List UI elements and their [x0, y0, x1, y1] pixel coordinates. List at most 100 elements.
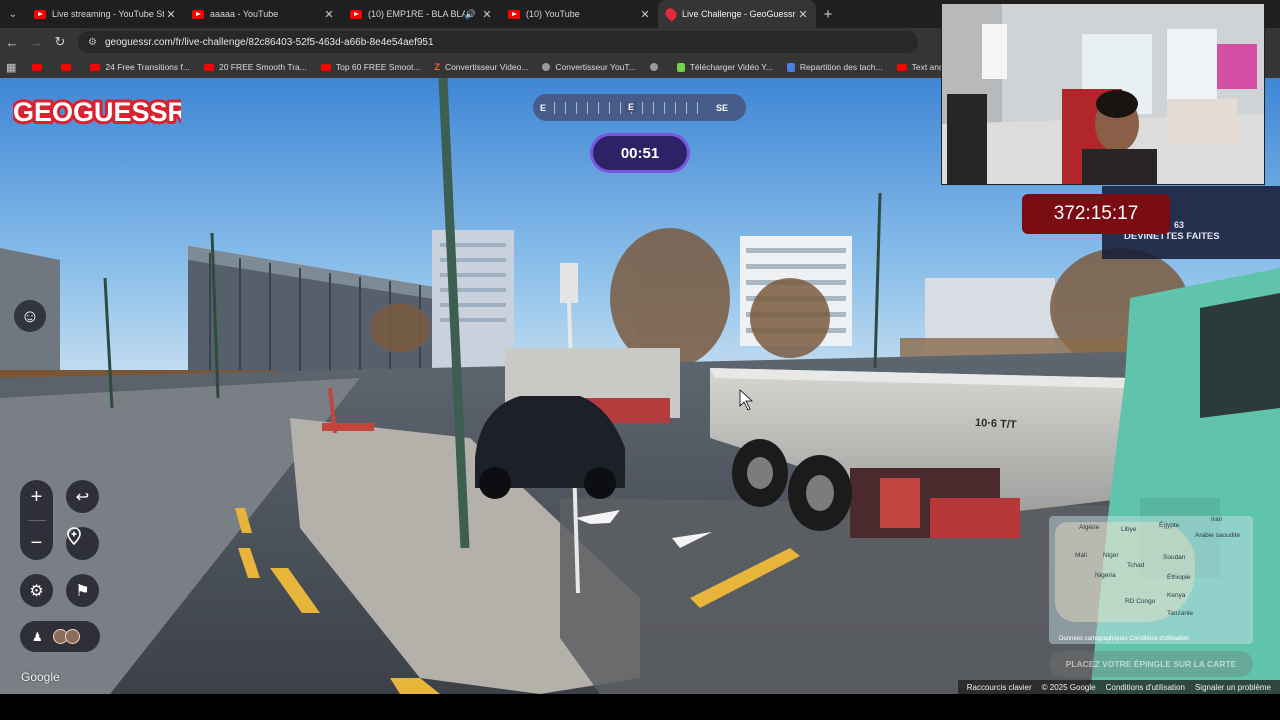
tab-youtube-studio[interactable]: Live streaming - YouTube Studio ✕ — [26, 0, 184, 28]
bookmark[interactable]: Convertisseur YouT... — [542, 62, 636, 72]
geoguessr-logo-mark: GEOGUESSR GEOGUESSR — [13, 94, 181, 128]
tab-title: Live Challenge - GeoGuessr — [682, 9, 796, 19]
bookmark[interactable] — [32, 63, 47, 71]
report-flag-button[interactable]: ⚑ — [66, 574, 99, 607]
tab-youtube-emp1re[interactable]: (10) EMP1RE - BLA BLA BLA 🔊 ✕ — [342, 0, 500, 28]
bookmark[interactable] — [61, 63, 76, 71]
globe-icon — [649, 63, 658, 71]
webcam-feed — [942, 4, 1264, 184]
converter-icon — [542, 63, 551, 71]
apps-grid-icon[interactable]: ▦ — [6, 61, 16, 74]
gear-icon: ⚙ — [29, 582, 44, 600]
settings-button[interactable]: ⚙ — [20, 574, 53, 607]
close-icon[interactable]: ✕ — [638, 8, 652, 21]
compass[interactable]: E E SE — [533, 94, 746, 121]
location-pin-icon — [67, 527, 81, 545]
youtube-icon — [34, 9, 46, 19]
tab-title: (10) EMP1RE - BLA BLA BLA — [368, 9, 465, 19]
youtube-icon — [203, 63, 214, 71]
new-tab-button[interactable]: + — [816, 0, 840, 28]
map-label: RD Congo — [1125, 598, 1156, 605]
map-label: Arabie saoudite — [1195, 532, 1241, 539]
place-pin-button[interactable]: PLACEZ VOTRE ÉPINGLE SUR LA CARTE — [1049, 651, 1253, 677]
map-label: Kenya — [1167, 592, 1186, 599]
bookmark[interactable] — [649, 63, 663, 71]
bookmark[interactable]: Repartition des tach... — [786, 62, 883, 72]
tab-title: aaaaa - YouTube — [210, 9, 279, 19]
bookmark-label: 20 FREE Smooth Tra... — [218, 62, 307, 72]
bookmark[interactable]: 20 FREE Smooth Tra... — [203, 62, 307, 72]
map-attribution: Données cartographiques Conditions d'uti… — [1059, 636, 1189, 642]
return-to-start-button[interactable] — [66, 527, 99, 560]
close-icon[interactable]: ✕ — [480, 8, 494, 21]
stream-duration-timer: 372:15:17 — [1022, 194, 1170, 234]
bottom-bar — [0, 694, 1280, 720]
guess-minimap[interactable]: Algérie Libye Égypte Iran Mali Niger Sou… — [1049, 516, 1253, 644]
reload-button[interactable]: ↻ — [48, 30, 72, 54]
bookmark[interactable]: Télécharger Vidéo Y... — [676, 62, 773, 72]
compass-right-label: SE — [715, 102, 728, 113]
bookmark-label: Convertisseur Video... — [444, 62, 529, 72]
map-label: Tanzanie — [1167, 610, 1194, 617]
youtube-icon — [192, 9, 204, 19]
google-watermark: Google — [21, 670, 60, 684]
tab-youtube-aaaaa[interactable]: aaaaa - YouTube ✕ — [184, 0, 342, 28]
youtube-icon — [508, 9, 520, 19]
tab-geoguessr[interactable]: Live Challenge - GeoGuessr ✕ — [658, 0, 816, 28]
compass-center-label: E — [624, 101, 638, 112]
speaker-icon[interactable]: 🔊 — [465, 9, 476, 20]
logo-text: GEOGUESSR — [13, 97, 181, 127]
bookmark[interactable]: Top 60 FREE Smoot... — [320, 62, 421, 72]
return-arrow-icon: ↩ — [75, 488, 90, 506]
bookmark[interactable]: Z Convertisseur Video... — [434, 62, 528, 72]
map-landmass — [1055, 522, 1195, 622]
z-icon: Z — [434, 62, 440, 72]
report-problem-link[interactable]: Signaler un problème — [1195, 683, 1271, 692]
zoom-controls: + − — [20, 480, 53, 560]
forward-button[interactable]: → — [24, 30, 48, 54]
keyboard-shortcuts-link[interactable]: Raccourcis clavier — [967, 683, 1032, 692]
map-label: Iran — [1211, 516, 1223, 523]
tab-youtube-home[interactable]: (10) YouTube ✕ — [500, 0, 658, 28]
map-label: Algérie — [1079, 524, 1100, 531]
player-avatars — [52, 629, 80, 644]
copyright-text: © 2025 Google — [1041, 682, 1096, 692]
url-text: geoguessr.com/fr/live-challenge/82c86403… — [104, 36, 434, 48]
undo-move-button[interactable]: ↩ — [66, 480, 99, 513]
zoom-in-button[interactable]: + — [31, 486, 43, 509]
zoom-out-button[interactable]: − — [31, 532, 43, 555]
map-label: Libye — [1121, 526, 1137, 533]
bookmark[interactable]: 24 Free Transitions f... — [90, 62, 190, 72]
youtube-icon — [32, 63, 43, 71]
bookmark-label: Convertisseur YouT... — [555, 62, 636, 72]
close-icon[interactable]: ✕ — [796, 8, 810, 21]
bookmark-label: Top 60 FREE Smoot... — [335, 62, 421, 72]
close-icon[interactable]: ✕ — [322, 8, 336, 21]
divider — [27, 519, 46, 521]
guess-count: 63 — [1174, 220, 1185, 230]
tab-search-chevron-icon[interactable]: ⌄ — [0, 0, 26, 28]
emoji-reaction-button[interactable]: ☺ — [14, 300, 46, 332]
close-icon[interactable]: ✕ — [164, 8, 178, 21]
tab-title: (10) YouTube — [526, 9, 580, 19]
map-label: Niger — [1103, 552, 1119, 559]
url-bar[interactable]: ⚙ geoguessr.com/fr/live-challenge/82c864… — [78, 31, 918, 53]
google-footer-links: Raccourcis clavier © 2025 Google Conditi… — [957, 680, 1280, 694]
site-settings-icon[interactable]: ⚙ — [88, 37, 97, 48]
round-timer: 00:51 — [590, 133, 690, 173]
map-label: Égypte — [1159, 522, 1180, 529]
tab-title: Live streaming - YouTube Studio — [52, 9, 164, 19]
docs-icon — [786, 62, 795, 72]
terms-link[interactable]: Conditions d'utilisation — [1106, 683, 1185, 692]
players-button[interactable]: ♟ — [20, 621, 100, 652]
youtube-icon — [61, 63, 72, 71]
map-label: Soudan — [1163, 554, 1186, 561]
map-label: Éthiopie — [1167, 574, 1191, 581]
back-button[interactable]: ← — [0, 30, 24, 54]
bookmark-label: Repartition des tach... — [799, 62, 883, 72]
youtube-icon — [896, 63, 907, 71]
flag-icon: ⚑ — [75, 582, 90, 600]
bookmark-label: 24 Free Transitions f... — [105, 62, 190, 72]
avatar — [64, 629, 80, 644]
youtube-icon — [320, 63, 331, 71]
